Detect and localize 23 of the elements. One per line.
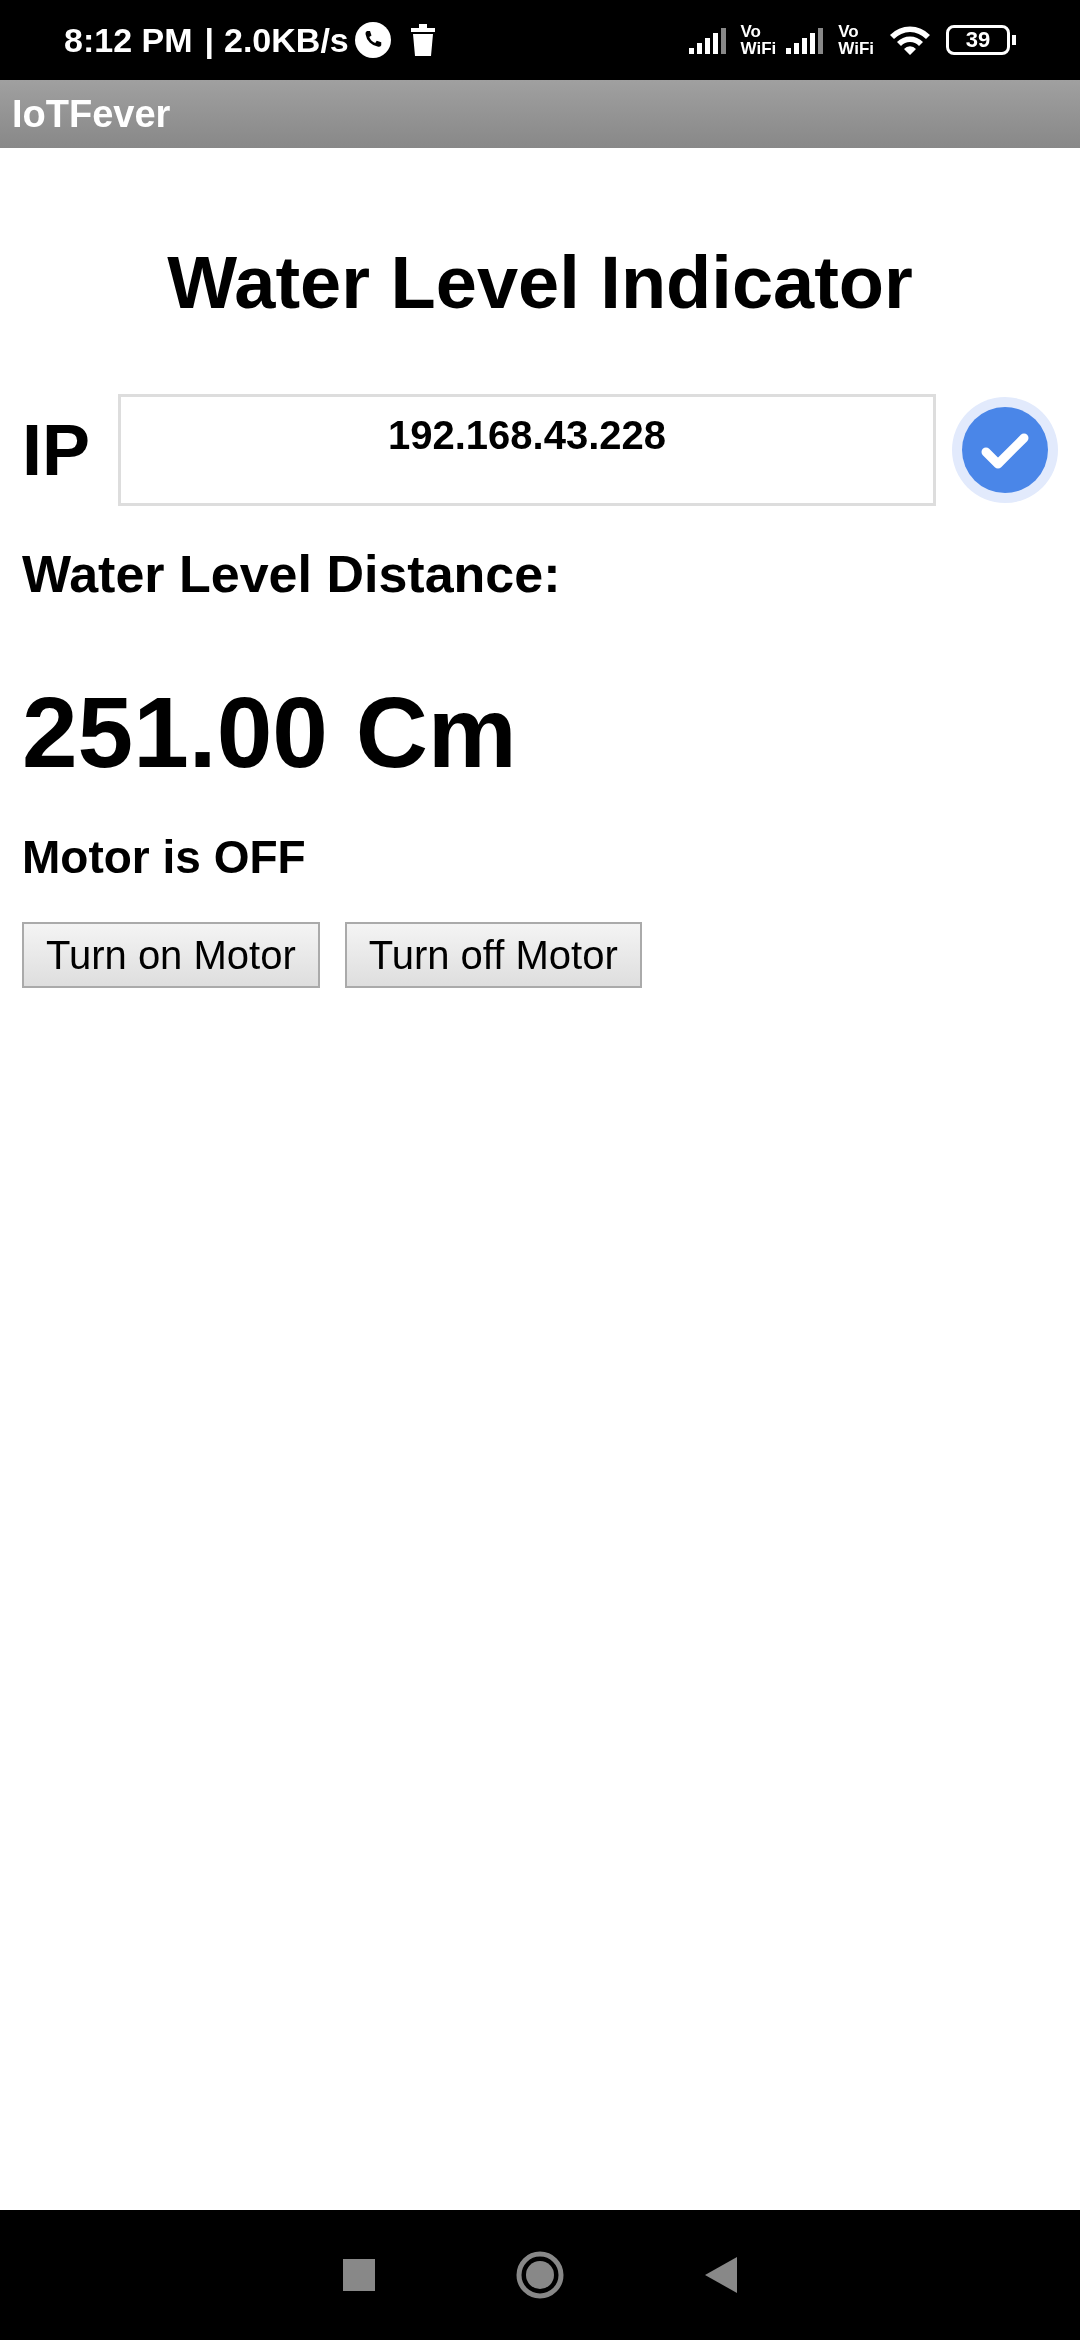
check-icon — [962, 407, 1049, 493]
ip-input-field[interactable]: 192.168.43.228 — [117, 394, 937, 506]
wifi-label: WiFi — [740, 40, 777, 57]
motor-status: Motor is OFF — [22, 834, 307, 880]
status-separator: | — [204, 19, 214, 61]
home-icon[interactable] — [515, 2250, 565, 2300]
status-time: 8:12 PM — [64, 19, 193, 61]
distance-label: Water Level Distance: — [22, 548, 562, 600]
phone-icon — [354, 22, 391, 58]
app-title: IoTFever — [12, 91, 171, 137]
vo-label: Vo — [740, 23, 762, 40]
network-speed: 2.0KB/s — [224, 19, 349, 61]
trash-icon — [408, 24, 437, 56]
vo-label: Vo — [838, 23, 860, 40]
battery-level: 39 — [965, 29, 991, 51]
page-title: Water Level Indicator — [167, 246, 913, 320]
motor-button[interactable]: Turn off Motor — [344, 922, 642, 988]
wifi-label: WiFi — [838, 40, 874, 57]
motor-button[interactable]: Turn on Motor — [22, 922, 320, 988]
ip-label: IP — [22, 414, 92, 486]
signal-icon — [688, 26, 729, 54]
back-icon[interactable] — [705, 2257, 737, 2293]
distance-value: 251.00 Cm — [22, 682, 518, 782]
